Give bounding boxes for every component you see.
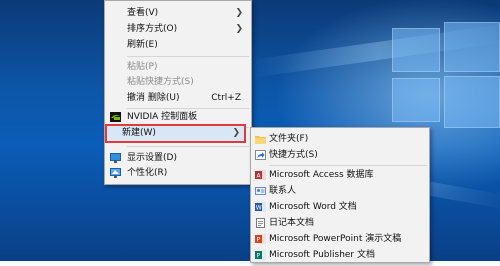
menu-item-label: 查看(V) bbox=[127, 8, 159, 18]
access-icon: A bbox=[255, 170, 266, 180]
menu-item-label: Microsoft Word 文档 bbox=[269, 202, 357, 212]
submenu-item-shortcut[interactable]: 快捷方式(S) bbox=[251, 147, 429, 163]
submenu-item-journal-document[interactable]: 日记本文档 bbox=[251, 215, 429, 231]
menu-item-label: 个性化(R) bbox=[127, 168, 168, 178]
chevron-right-icon: ❯ bbox=[232, 128, 240, 138]
window-pane bbox=[444, 76, 500, 128]
menu-item-label: 联系人 bbox=[269, 186, 297, 196]
menu-item-nvidia-control-panel[interactable]: NVIDIA 控制面板 bbox=[105, 109, 251, 125]
desktop-context-menu: 查看(V) ❯ 排序方式(O) ❯ 刷新(E) 粘贴(P) 粘贴快捷方式(S) … bbox=[104, 0, 252, 185]
submenu-item-folder[interactable]: 文件夹(F) bbox=[251, 131, 429, 147]
nvidia-icon bbox=[110, 112, 121, 122]
personalize-icon bbox=[110, 168, 121, 178]
menu-item-label: Microsoft PowerPoint 演示文稿 bbox=[269, 234, 402, 244]
svg-text:P: P bbox=[257, 237, 261, 244]
journal-icon bbox=[255, 218, 266, 228]
word-icon: W bbox=[255, 202, 266, 212]
menu-item-label: 排序方式(O) bbox=[127, 24, 178, 34]
display-settings-icon bbox=[110, 153, 121, 163]
powerpoint-icon: P bbox=[255, 234, 266, 244]
menu-separator bbox=[127, 146, 249, 147]
menu-item-refresh[interactable]: 刷新(E) bbox=[105, 37, 251, 53]
publisher-icon: P bbox=[255, 250, 266, 260]
menu-item-label: 日记本文档 bbox=[269, 218, 315, 228]
menu-item-personalize[interactable]: 个性化(R) bbox=[105, 165, 251, 181]
menu-item-label: Microsoft Access 数据库 bbox=[269, 170, 374, 180]
chevron-right-icon: ❯ bbox=[235, 24, 243, 34]
menu-item-undo-delete[interactable]: 撤消 删除(U) Ctrl+Z bbox=[105, 90, 251, 106]
submenu-item-powerpoint-presentation[interactable]: P Microsoft PowerPoint 演示文稿 bbox=[251, 231, 429, 247]
menu-item-shortcut: Ctrl+Z bbox=[211, 93, 241, 103]
submenu-item-word-document[interactable]: W Microsoft Word 文档 bbox=[251, 199, 429, 215]
contact-icon bbox=[255, 186, 266, 196]
menu-item-paste-shortcut[interactable]: 粘贴快捷方式(S) bbox=[105, 74, 251, 90]
menu-item-label: 显示设置(D) bbox=[127, 153, 177, 163]
menu-separator bbox=[127, 56, 249, 57]
menu-item-label: 刷新(E) bbox=[127, 40, 158, 50]
submenu-item-access-database[interactable]: A Microsoft Access 数据库 bbox=[251, 167, 429, 183]
menu-item-new[interactable]: 新建(W) ❯ bbox=[105, 124, 246, 143]
svg-text:W: W bbox=[256, 205, 262, 212]
menu-item-label: 粘贴(P) bbox=[127, 62, 158, 72]
chevron-right-icon: ❯ bbox=[235, 8, 243, 18]
menu-item-view[interactable]: 查看(V) ❯ bbox=[105, 5, 251, 21]
menu-item-display-settings[interactable]: 显示设置(D) bbox=[105, 150, 251, 166]
shortcut-icon bbox=[255, 150, 266, 160]
menu-item-sort-by[interactable]: 排序方式(O) ❯ bbox=[105, 21, 251, 37]
svg-text:P: P bbox=[257, 253, 261, 260]
menu-item-label: 撤消 删除(U) bbox=[127, 93, 180, 103]
new-submenu: 文件夹(F) 快捷方式(S) A Microsoft Access 数据库 联系… bbox=[250, 127, 430, 263]
menu-item-label: 粘贴快捷方式(S) bbox=[127, 77, 194, 87]
submenu-item-contact[interactable]: 联系人 bbox=[251, 183, 429, 199]
menu-item-label: NVIDIA 控制面板 bbox=[127, 112, 198, 122]
menu-item-label: 新建(W) bbox=[122, 128, 156, 138]
menu-separator bbox=[269, 165, 427, 166]
menu-item-paste[interactable]: 粘贴(P) bbox=[105, 59, 251, 75]
menu-item-label: 文件夹(F) bbox=[269, 134, 309, 144]
folder-icon bbox=[255, 134, 266, 144]
menu-item-label: 快捷方式(S) bbox=[269, 150, 318, 160]
window-pane bbox=[392, 28, 440, 72]
window-pane bbox=[392, 78, 440, 122]
window-pane bbox=[444, 22, 500, 72]
